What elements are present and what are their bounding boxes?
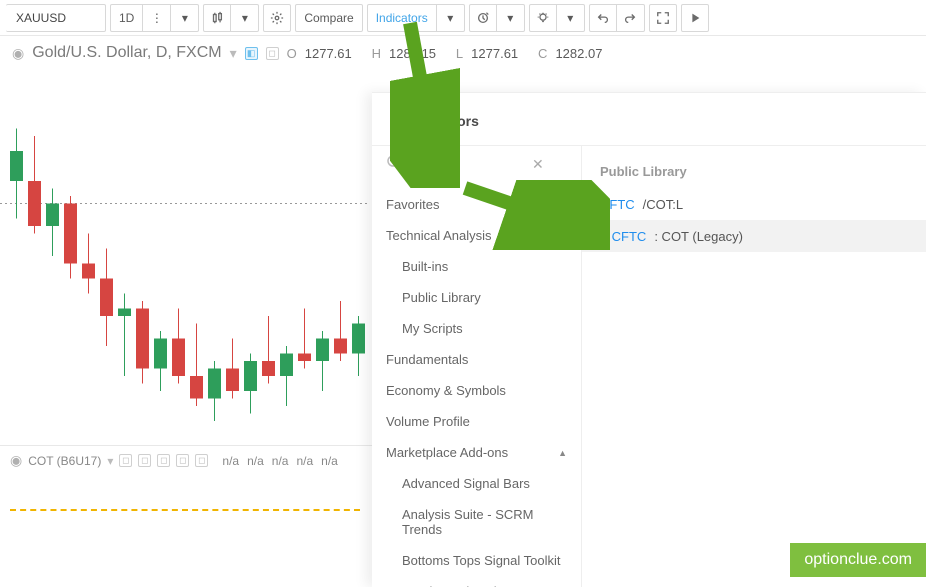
category-item[interactable]: Economy & Symbols <box>372 375 581 406</box>
alert-icon[interactable] <box>469 4 497 32</box>
chart-title: Gold/U.S. Dollar, D, FXCM <box>32 44 221 62</box>
interval-more-icon[interactable]: ⋮ <box>143 4 171 32</box>
indicators-caret-icon[interactable]: ▾ <box>437 4 465 32</box>
search-icon <box>386 154 402 175</box>
mini-icon[interactable]: ◻ <box>119 454 132 467</box>
category-item[interactable]: Breakout Pivotal Bars Tool… <box>372 576 581 587</box>
category-item[interactable]: Volume Profile <box>372 406 581 437</box>
mini-icon[interactable]: ◻ <box>157 454 170 467</box>
category-item[interactable]: Public Library <box>372 282 581 313</box>
category-item[interactable]: Built-ins <box>372 251 581 282</box>
category-item[interactable]: Favorites <box>372 189 581 220</box>
indicators-button[interactable]: Indicators <box>367 4 437 32</box>
redo-icon[interactable] <box>617 4 645 32</box>
bulb-icon[interactable] <box>529 4 557 32</box>
category-item[interactable]: Fundamentals <box>372 344 581 375</box>
play-icon[interactable] <box>681 4 709 32</box>
search-input[interactable] <box>412 157 532 173</box>
result-item[interactable]: CFTC/COT:L <box>582 189 926 220</box>
category-item[interactable]: Bottoms Tops Signal Toolkit <box>372 545 581 576</box>
interval-button[interactable]: 1D <box>110 4 143 32</box>
mini-icon[interactable]: ◻ <box>195 454 208 467</box>
results-column: Public Library CFTC/COT:L★CFTC: COT (Leg… <box>582 146 926 587</box>
settings-icon[interactable] <box>263 4 291 32</box>
bulb-caret-icon[interactable]: ▾ <box>557 4 585 32</box>
compare-button[interactable]: Compare <box>295 4 362 32</box>
cot-label: COT (B6U17) <box>28 454 101 468</box>
mini-icon[interactable]: ◻ <box>138 454 151 467</box>
star-icon[interactable]: ★ <box>592 228 604 244</box>
undo-icon[interactable] <box>589 4 617 32</box>
clear-icon[interactable]: ✕ <box>532 156 544 173</box>
interval-caret-icon[interactable]: ▾ <box>171 4 199 32</box>
alert-caret-icon[interactable]: ▾ <box>497 4 525 32</box>
category-item[interactable]: My Scripts <box>372 313 581 344</box>
candles-icon[interactable] <box>203 4 231 32</box>
visibility-icon[interactable]: ◉ <box>12 45 24 62</box>
chart-header: ◉ Gold/U.S. Dollar, D, FXCM ▾ ◧ ◻ O1277.… <box>0 36 926 66</box>
category-item[interactable]: Analysis Suite - SCRM Trends <box>372 499 581 545</box>
results-heading: Public Library <box>582 160 926 189</box>
category-item[interactable]: Technical Analysis▲ <box>372 220 581 251</box>
mini-icon[interactable]: ◻ <box>266 47 279 60</box>
indicators-popup: Indicators ✕ FavoritesTechnical Analysis… <box>372 92 926 587</box>
visibility-icon[interactable]: ◉ <box>10 452 22 469</box>
mini-icon[interactable]: ◻ <box>176 454 189 467</box>
watermark: optionclue.com <box>790 543 926 577</box>
ohlc-values: O1277.61 H1284.15 L1277.61 C1282.07 <box>287 45 619 61</box>
popup-title: Indicators <box>372 93 926 145</box>
category-item[interactable]: Marketplace Add-ons▲ <box>372 437 581 468</box>
top-toolbar: XAUUSD 1D ⋮ ▾ ▾ Compare Indicators ▾ ▾ ▾ <box>0 0 926 36</box>
symbol-input[interactable]: XAUUSD <box>6 4 106 32</box>
category-item[interactable]: Advanced Signal Bars <box>372 468 581 499</box>
cot-values: n/an/an/an/an/a <box>214 454 337 468</box>
result-item[interactable]: ★CFTC: COT (Legacy) <box>582 220 926 252</box>
fullscreen-icon[interactable] <box>649 4 677 32</box>
popup-sidebar: ✕ FavoritesTechnical Analysis▲Built-insP… <box>372 146 582 587</box>
mini-icon[interactable]: ◧ <box>245 47 258 60</box>
chart-style-caret-icon[interactable]: ▾ <box>231 4 259 32</box>
